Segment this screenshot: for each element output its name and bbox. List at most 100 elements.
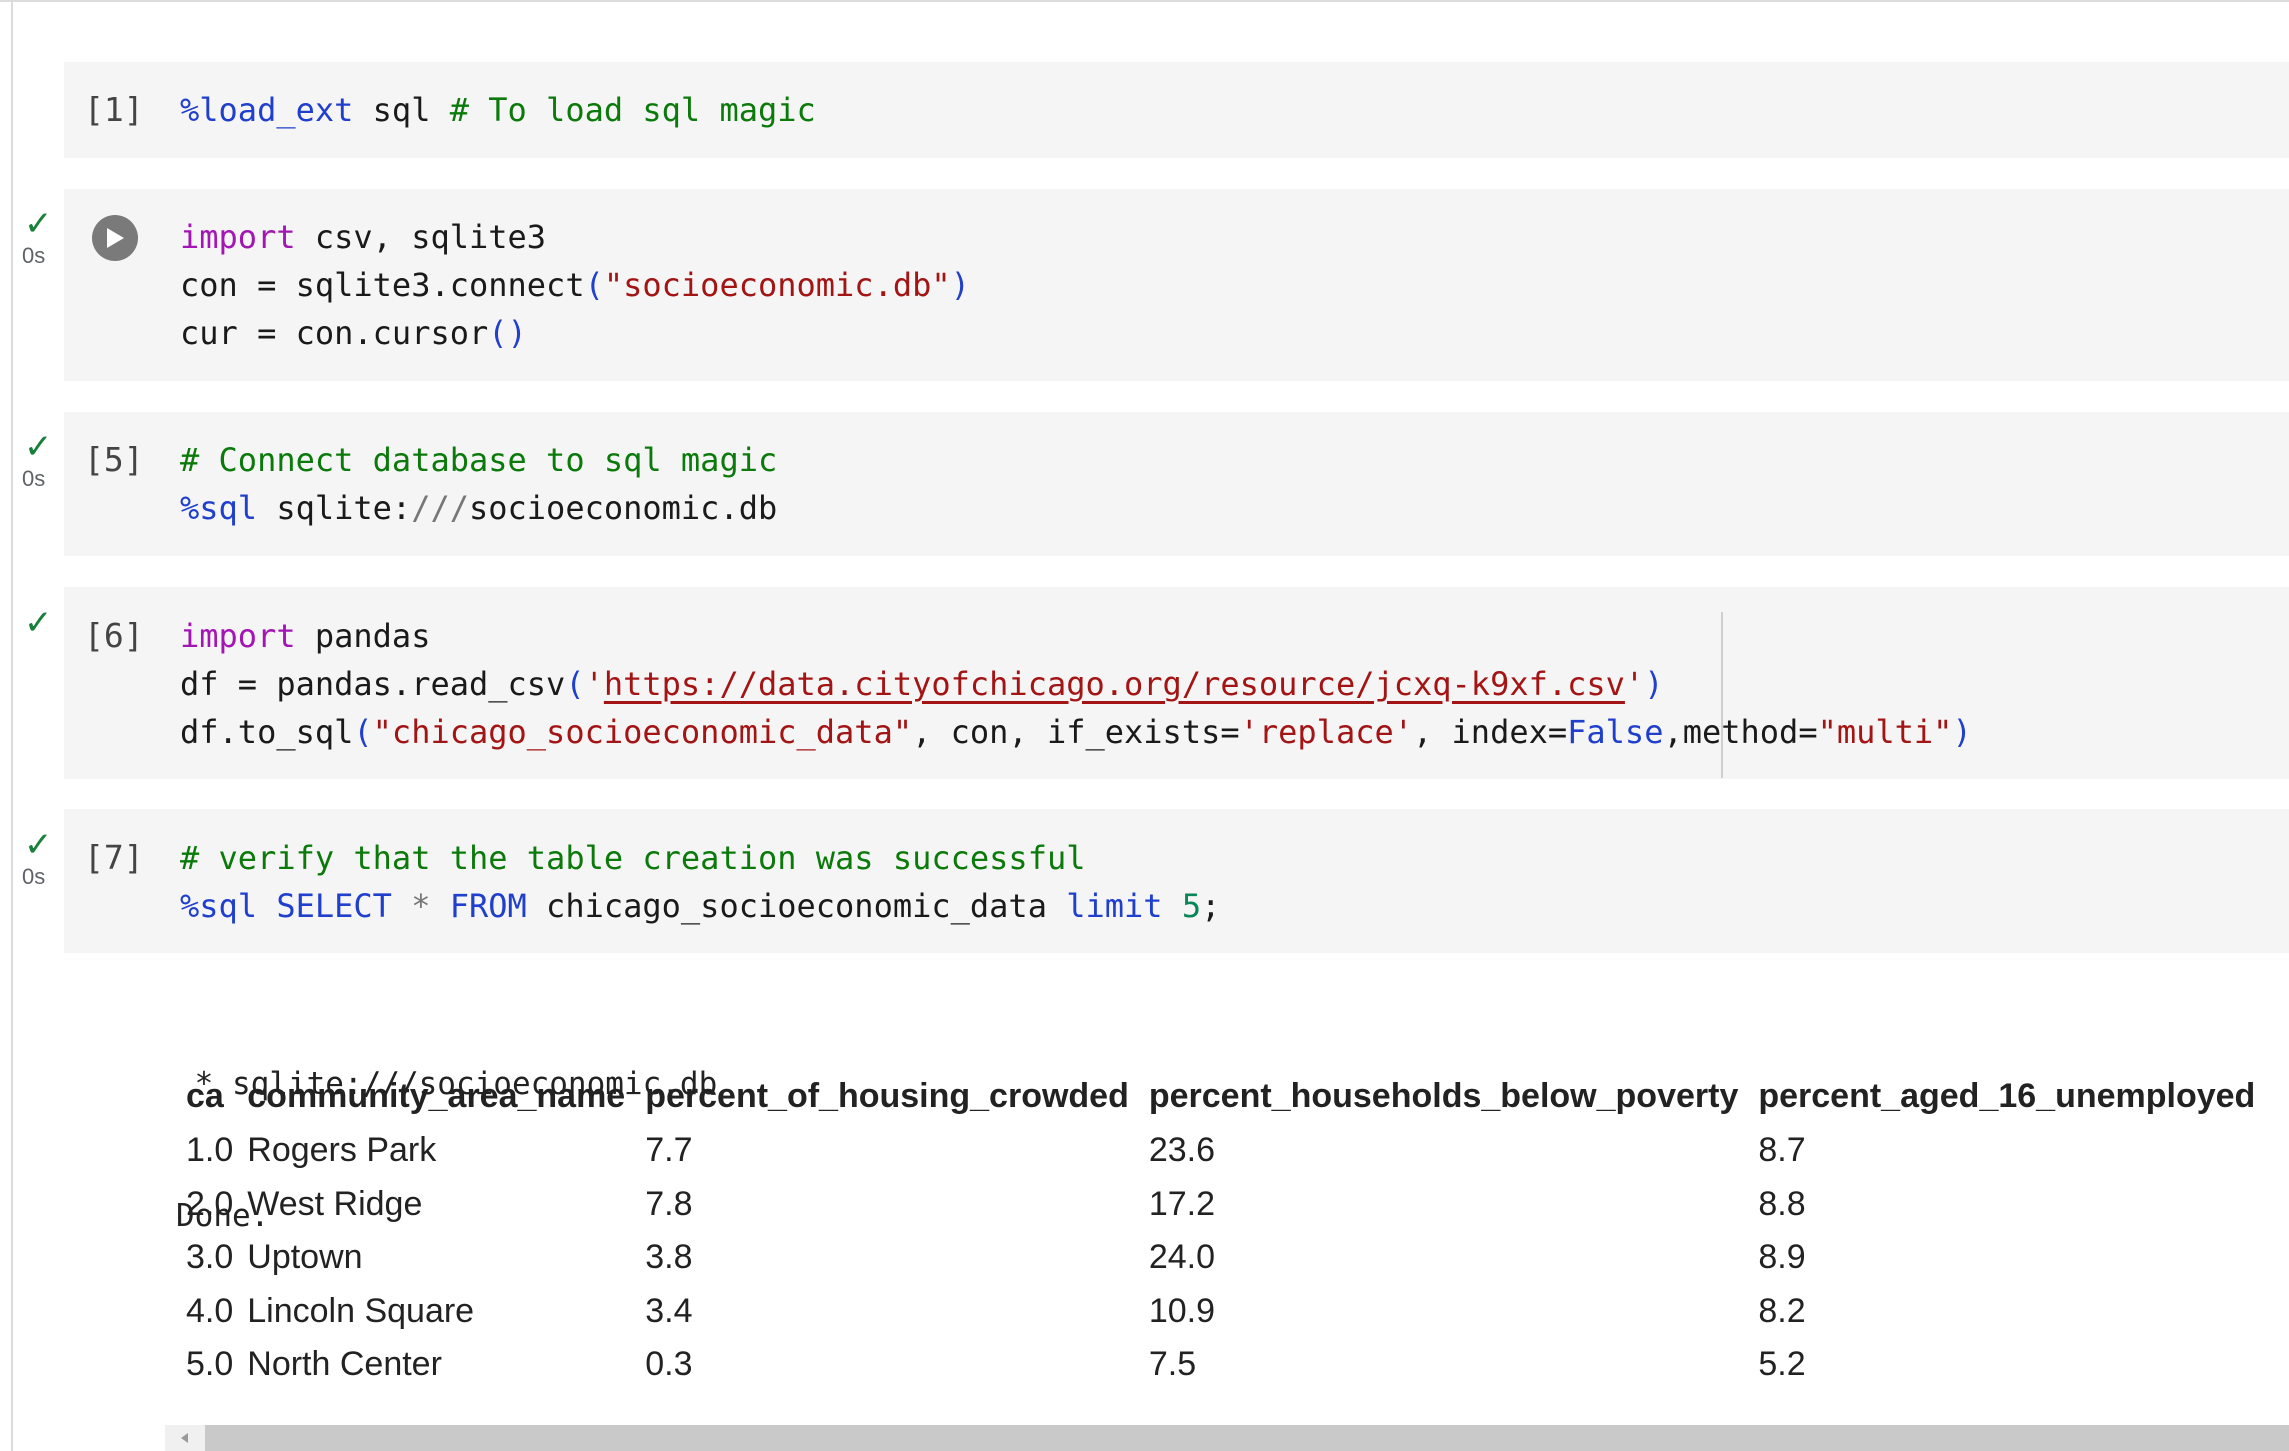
code-token: "socioeconomic.db" [603,266,951,304]
table-cell: West Ridge [247,1184,423,1223]
table-cell: 2.0 [186,1184,234,1223]
table-row: 3.0 Uptown 3.8 24.0 8.9 [180,1231,2265,1285]
checkmark-icon: ✓ [24,825,53,865]
checkmark-icon: ✓ [24,603,53,643]
code-token: FROM [449,887,527,925]
column-header: percent_aged_16_unemployed [1758,1076,2256,1115]
execution-count: [6] [84,616,144,655]
code-token: # verify that the table creation was suc… [180,839,1086,877]
table-cell: 8.9 [1758,1238,1806,1277]
scroll-left-button[interactable] [165,1425,205,1451]
code-token: 5 [1181,887,1202,925]
table-cell: Uptown [247,1238,363,1277]
code-token: ' [584,665,604,703]
code-token: "chicago_socioeconomic_data" [372,713,913,751]
table-row: 5.0 North Center 0.3 7.5 5.2 [180,1338,2265,1392]
table-header-row: ca community_area_name percent_of_housin… [180,1068,2265,1124]
column-header: ca [186,1076,224,1115]
code-token: # Connect database to sql magic [180,441,778,479]
code-token: ) [1644,665,1664,703]
code-token: False [1567,713,1664,751]
code-token: sqlite: [257,489,412,527]
code-token: import [180,218,296,256]
table-cell: Rogers Park [247,1131,437,1170]
table-cell: 3.4 [645,1291,693,1330]
table-cell: 3.8 [645,1238,693,1277]
code-line[interactable]: %load_ext sql # To load sql magic [180,86,816,134]
code-token: , con, if_exists= [912,713,1240,751]
code-line[interactable]: %sql SELECT * FROM chicago_socioeconomic… [180,882,1220,930]
table-cell: 1.0 [186,1131,234,1170]
code-line[interactable]: %sql sqlite:///socioeconomic.db [180,484,777,532]
code-token: SELECT [276,887,392,925]
notebook-frame-left [11,0,13,1451]
table-cell: 8.8 [1758,1184,1806,1223]
code-token: import [180,617,296,655]
code-token: ) [1952,713,1972,751]
table-cell: 3.0 [186,1238,234,1277]
code-token: sql [353,91,450,129]
code-line[interactable]: # Connect database to sql magic [180,436,777,484]
code-token: con = sqlite3.connect [180,266,585,304]
code-token: () [488,314,527,352]
code-line[interactable]: # verify that the table creation was suc… [180,834,1220,882]
table-cell: Lincoln Square [247,1291,475,1330]
code-line[interactable]: con = sqlite3.connect("socioeconomic.db"… [180,261,970,309]
code-token: ( [353,713,373,751]
code-editor[interactable]: %load_ext sql # To load sql magic [180,86,816,134]
code-token: df.to_sql [180,713,354,751]
execution-time: 0s [22,243,46,268]
result-table: ca community_area_name percent_of_housin… [180,1068,2265,1392]
horizontal-scrollbar[interactable] [165,1425,2289,1451]
table-cell: 23.6 [1148,1131,1216,1170]
column-header: community_area_name [247,1076,626,1115]
table-cell: 7.8 [645,1184,693,1223]
code-token: /// [411,489,469,527]
code-token: socioeconomic.db [468,489,778,527]
code-editor[interactable]: import pandas df = pandas.read_csv('https… [180,612,1972,756]
code-token: 'replace' [1239,713,1413,751]
table-cell: 7.7 [645,1131,693,1170]
table-cell: 24.0 [1148,1238,1216,1277]
execution-time: 0s [22,864,46,889]
code-token: %load_ext [180,91,354,129]
execution-time: 0s [22,466,46,491]
checkmark-icon: ✓ [24,427,53,467]
code-editor[interactable]: # Connect database to sql magic %sql sqli… [180,436,777,532]
play-icon [107,228,124,248]
table-cell: 8.2 [1758,1291,1806,1330]
table-cell: 0.3 [645,1345,693,1384]
code-token: chicago_socioeconomic_data [526,887,1067,925]
code-line[interactable]: import csv, sqlite3 [180,213,970,261]
code-line[interactable]: import pandas [180,612,1972,660]
column-header: percent_of_housing_crowded [645,1076,1129,1115]
table-cell: 5.2 [1758,1345,1806,1384]
execution-count: [5] [84,440,144,479]
code-editor[interactable]: import csv, sqlite3 con = sqlite3.connect… [180,213,970,357]
notebook-frame-top [0,0,2289,2]
code-line[interactable]: cur = con.cursor() [180,309,970,357]
table-cell: North Center [247,1345,442,1384]
table-row: 2.0 West Ridge 7.8 17.2 8.8 [180,1178,2265,1232]
editor-ruler [1721,612,1723,778]
code-editor[interactable]: # verify that the table creation was suc… [180,834,1220,930]
code-token: limit [1066,887,1163,925]
column-header: percent_households_below_poverty [1148,1076,1739,1115]
code-token: , index= [1413,713,1568,751]
code-line[interactable]: df = pandas.read_csv('https://data.cityo… [180,660,1972,708]
code-token: ( [584,266,604,304]
checkmark-icon: ✓ [24,204,53,244]
code-token: "multi" [1817,713,1953,751]
code-token: df = pandas.read_csv [180,665,566,703]
code-token: ,method= [1663,713,1818,751]
code-token: ' [1624,665,1645,703]
table-cell: 5.0 [186,1345,234,1384]
table-cell: 10.9 [1148,1291,1216,1330]
execution-count: [7] [84,838,144,877]
run-cell-button[interactable] [92,215,138,261]
code-line[interactable]: df.to_sql("chicago_socioeconomic_data", … [180,708,1972,756]
